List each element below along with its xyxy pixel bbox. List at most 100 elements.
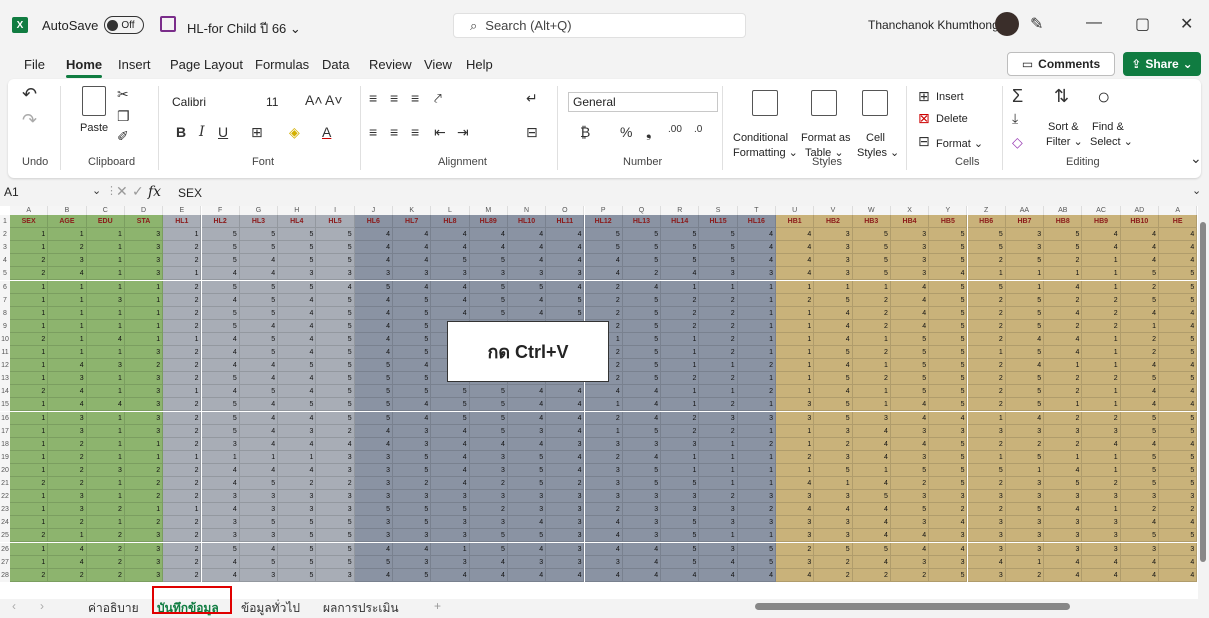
- data-cell[interactable]: 4: [431, 437, 470, 451]
- data-cell[interactable]: 5: [1120, 267, 1159, 281]
- data-cell[interactable]: 1: [1082, 346, 1121, 360]
- align-bottom-icon[interactable]: ≡: [411, 90, 419, 106]
- data-cell[interactable]: 5: [354, 555, 393, 569]
- data-cell[interactable]: 4: [507, 516, 547, 530]
- row-header[interactable]: 17: [0, 424, 10, 438]
- row-header[interactable]: 26: [0, 542, 10, 556]
- data-cell[interactable]: 4: [737, 254, 776, 268]
- data-cell[interactable]: 5: [278, 241, 317, 255]
- align-top-icon[interactable]: ≡: [369, 90, 377, 106]
- data-cell[interactable]: 4: [201, 293, 240, 307]
- data-cell[interactable]: 1: [1082, 385, 1121, 399]
- undo-icon[interactable]: ↶: [22, 84, 37, 105]
- data-cell[interactable]: 4: [890, 293, 930, 307]
- data-cell[interactable]: 3: [507, 267, 547, 281]
- data-cell[interactable]: 2: [163, 463, 202, 477]
- data-cell[interactable]: 4: [584, 568, 623, 582]
- data-cell[interactable]: 3: [661, 437, 700, 451]
- header-cell[interactable]: HB3: [852, 215, 891, 229]
- data-cell[interactable]: 5: [661, 241, 700, 255]
- data-cell[interactable]: 1: [852, 463, 891, 477]
- data-cell[interactable]: 4: [239, 424, 279, 438]
- data-cell[interactable]: 4: [354, 293, 393, 307]
- data-cell[interactable]: 4: [1159, 516, 1198, 530]
- data-cell[interactable]: 3: [814, 267, 853, 281]
- data-cell[interactable]: 4: [1159, 228, 1198, 242]
- column-header[interactable]: Y: [929, 206, 968, 215]
- data-cell[interactable]: 1: [661, 346, 700, 360]
- data-cell[interactable]: 2: [124, 490, 164, 504]
- wrap-text-icon[interactable]: ↵: [526, 90, 538, 107]
- data-cell[interactable]: 2: [737, 503, 776, 517]
- data-cell[interactable]: 5: [929, 228, 968, 242]
- data-cell[interactable]: 3: [469, 516, 508, 530]
- data-cell[interactable]: 1: [163, 385, 202, 399]
- header-cell[interactable]: EDU: [86, 215, 125, 229]
- data-cell[interactable]: 3: [86, 359, 125, 373]
- data-cell[interactable]: 4: [1120, 241, 1159, 255]
- data-cell[interactable]: 4: [1120, 254, 1159, 268]
- data-cell[interactable]: 4: [546, 254, 585, 268]
- data-cell[interactable]: 4: [469, 241, 508, 255]
- data-cell[interactable]: 4: [1159, 398, 1198, 412]
- data-cell[interactable]: 3: [124, 372, 164, 386]
- data-cell[interactable]: 2: [852, 568, 891, 582]
- data-cell[interactable]: 1: [124, 437, 164, 451]
- sheet-tab-results[interactable]: ผลการประเมิน: [323, 599, 399, 618]
- data-cell[interactable]: 1: [48, 306, 87, 320]
- data-cell[interactable]: 4: [584, 385, 623, 399]
- data-cell[interactable]: 4: [354, 319, 393, 333]
- data-cell[interactable]: 4: [546, 398, 585, 412]
- data-cell[interactable]: 2: [10, 529, 49, 543]
- data-cell[interactable]: 4: [507, 254, 547, 268]
- data-cell[interactable]: 5: [1159, 332, 1198, 346]
- data-cell[interactable]: 2: [584, 280, 623, 294]
- data-cell[interactable]: 5: [201, 411, 240, 425]
- column-header[interactable]: A: [1159, 206, 1198, 215]
- data-cell[interactable]: 1: [124, 319, 164, 333]
- data-cell[interactable]: 5: [354, 280, 393, 294]
- data-cell[interactable]: 1: [48, 332, 87, 346]
- data-cell[interactable]: 5: [239, 516, 279, 530]
- data-cell[interactable]: 1: [737, 477, 776, 491]
- data-cell[interactable]: 4: [201, 385, 240, 399]
- data-cell[interactable]: 4: [1120, 306, 1159, 320]
- data-cell[interactable]: 5: [852, 241, 891, 255]
- data-cell[interactable]: 1: [10, 359, 49, 373]
- cancel-icon[interactable]: ✕: [116, 183, 128, 200]
- data-cell[interactable]: 3: [546, 516, 585, 530]
- data-cell[interactable]: 5: [469, 306, 508, 320]
- data-cell[interactable]: 2: [546, 477, 585, 491]
- column-header[interactable]: B: [48, 206, 87, 215]
- header-cell[interactable]: HB7: [1005, 215, 1045, 229]
- data-cell[interactable]: 4: [86, 398, 125, 412]
- data-cell[interactable]: 4: [393, 411, 432, 425]
- data-cell[interactable]: 5: [469, 411, 508, 425]
- header-cell[interactable]: HB10: [1120, 215, 1159, 229]
- data-cell[interactable]: 3: [622, 516, 662, 530]
- data-cell[interactable]: 3: [929, 424, 968, 438]
- column-header[interactable]: Z: [967, 206, 1006, 215]
- data-cell[interactable]: 5: [1120, 372, 1159, 386]
- data-cell[interactable]: 2: [1044, 319, 1083, 333]
- data-cell[interactable]: 4: [316, 280, 355, 294]
- data-cell[interactable]: 3: [431, 267, 470, 281]
- data-cell[interactable]: 3: [622, 437, 662, 451]
- data-cell[interactable]: 5: [239, 306, 279, 320]
- data-cell[interactable]: 2: [929, 503, 968, 517]
- data-cell[interactable]: 4: [201, 477, 240, 491]
- header-cell[interactable]: HE: [1159, 215, 1198, 229]
- header-cell[interactable]: HL2: [201, 215, 240, 229]
- data-cell[interactable]: 3: [1159, 542, 1198, 556]
- data-cell[interactable]: 5: [278, 529, 317, 543]
- data-cell[interactable]: 5: [201, 424, 240, 438]
- data-cell[interactable]: 5: [239, 346, 279, 360]
- data-cell[interactable]: 4: [814, 306, 853, 320]
- data-cell[interactable]: 4: [890, 280, 930, 294]
- data-cell[interactable]: 5: [201, 280, 240, 294]
- data-cell[interactable]: 2: [776, 542, 815, 556]
- data-cell[interactable]: 3: [1082, 490, 1121, 504]
- data-cell[interactable]: 5: [1120, 477, 1159, 491]
- data-cell[interactable]: 4: [546, 411, 585, 425]
- data-cell[interactable]: 3: [124, 254, 164, 268]
